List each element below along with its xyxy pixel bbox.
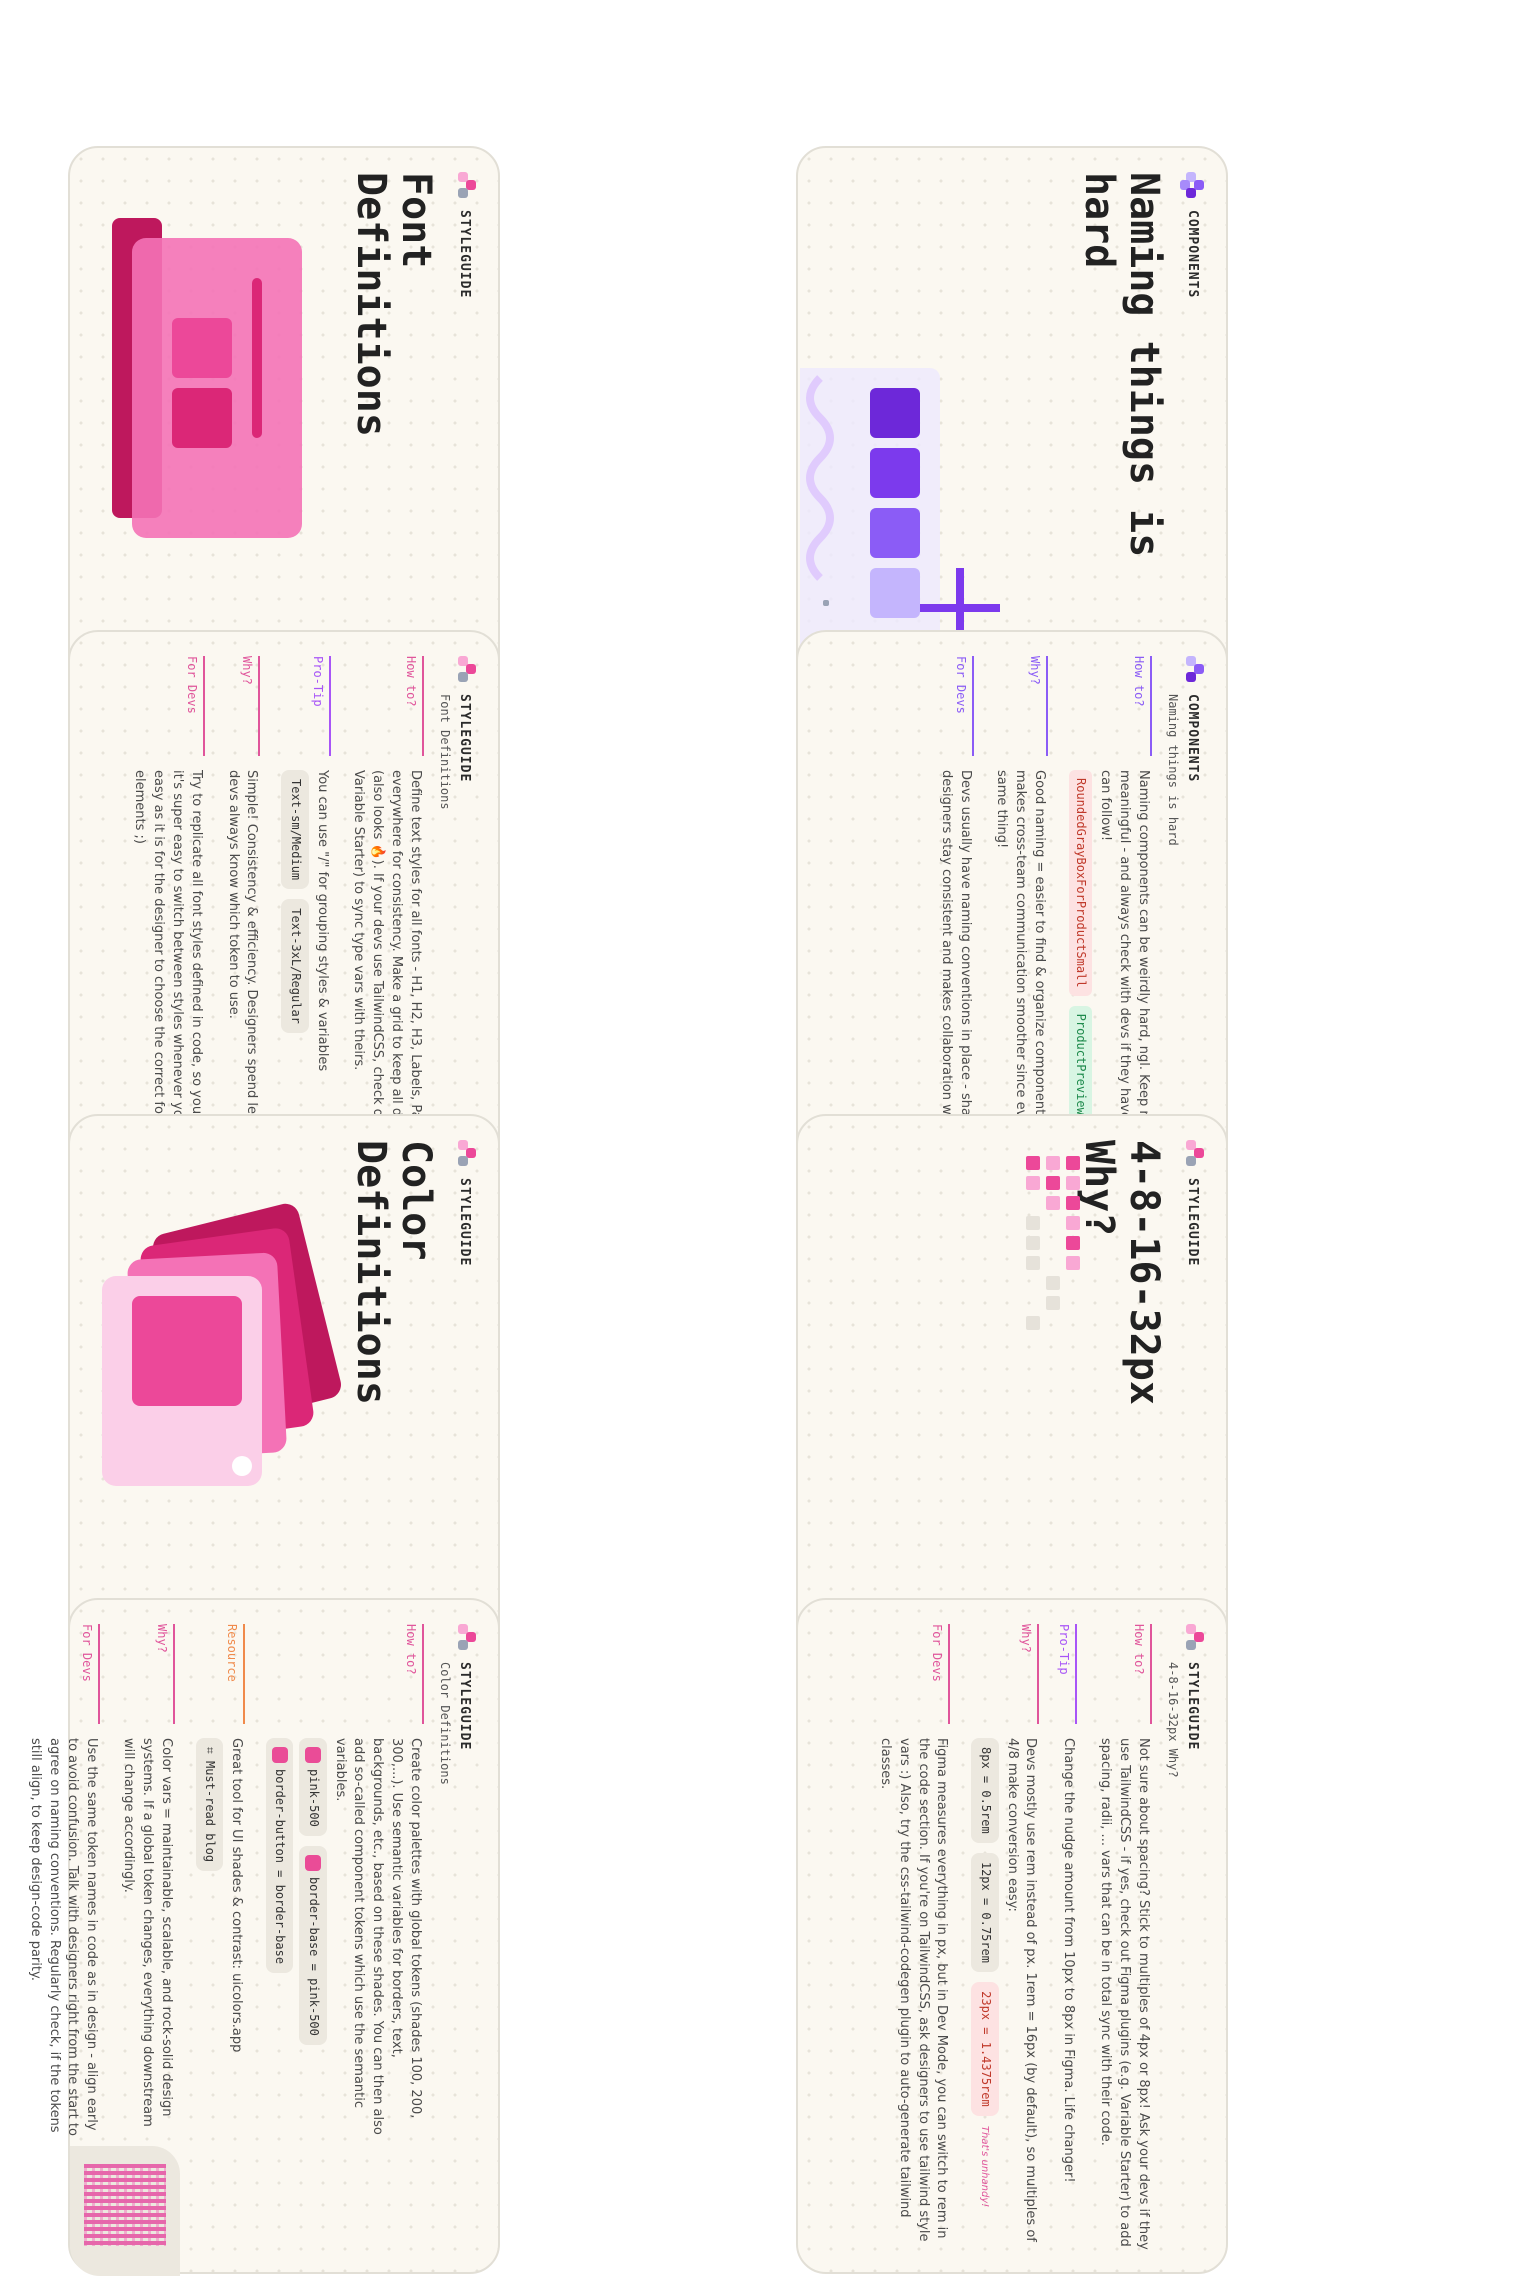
card-color-text: STYLEGUIDE Color Definitions How to? Cre…	[24, 1598, 500, 2276]
card-kicker: STYLEGUIDE	[457, 1662, 472, 1751]
blog-link[interactable]: ⌗ Must-read blog	[195, 1738, 224, 1872]
logo-icon	[1178, 172, 1204, 198]
card-subtitle: Font Definitions	[438, 694, 452, 810]
dev-label: For Devs	[875, 1624, 951, 1724]
conversion-note: That's unhandy!	[978, 2125, 990, 2208]
tip-label: Pro-Tip	[1057, 1624, 1078, 1724]
conversion-pill: 12px = 0.75rem	[971, 1852, 999, 1972]
spacing-grid-illustration	[1026, 1156, 1080, 1330]
card-kicker: STYLEGUIDE	[1185, 1662, 1200, 1751]
card-subtitle: Naming things is hard	[1166, 694, 1180, 846]
pink-swatch-icon	[305, 1854, 322, 1871]
token-pill: border-base = pink-500	[299, 1845, 327, 2045]
style-pill: Text-3xL/Regular	[281, 899, 309, 1033]
token-pill: border-button = border-base	[266, 1738, 294, 1974]
card-subtitle: Color Definitions	[438, 1662, 452, 1785]
page-dot-icon[interactable]	[818, 600, 834, 616]
why-label: Why?	[991, 656, 1049, 756]
logo-icon	[1178, 1140, 1204, 1166]
card-kicker: STYLEGUIDE	[457, 210, 472, 299]
how-text: Not sure about spacing? Stick to multipl…	[1098, 1738, 1151, 2250]
logo-icon	[450, 172, 476, 198]
why-text: Color vars = maintainable, scalable, and…	[121, 1738, 174, 2127]
logo-icon	[1178, 1624, 1204, 1650]
tip-label: Pro-Tip	[278, 656, 331, 756]
why-text: Devs mostly use rem instead of px. 1rem …	[1004, 1738, 1039, 2242]
card-title: 4-8-16-32px Why?	[1076, 1140, 1167, 1405]
logo-icon	[450, 1140, 476, 1166]
dev-text: Use the same token names in code as in d…	[27, 1738, 100, 2136]
card-kicker: COMPONENTS	[1185, 694, 1200, 783]
link-icon: ⌗	[203, 1747, 218, 1761]
qr-code-icon[interactable]	[70, 2146, 180, 2276]
how-label: How to?	[1066, 656, 1152, 756]
how-text: Create color palettes with global tokens…	[332, 1738, 423, 2135]
conversion-pill: 8px = 0.5rem	[971, 1738, 999, 1843]
card-title: Naming things is hard	[1076, 172, 1167, 558]
why-label: Why?	[968, 1624, 1040, 1724]
token-pill: pink-500	[299, 1738, 327, 1836]
resource-label: Resource	[192, 1624, 245, 1724]
dev-label: For Devs	[24, 1624, 101, 1724]
card-kicker: STYLEGUIDE	[457, 1178, 472, 1267]
card-title: Font Definitions	[348, 172, 439, 437]
why-label: Why?	[118, 1624, 175, 1724]
card-kicker: STYLEGUIDE	[457, 694, 472, 783]
dev-label: For Devs	[935, 656, 974, 756]
dev-text: Figma measures everything in px, but in …	[877, 1738, 950, 2242]
dev-label: For Devs	[129, 656, 205, 756]
logo-icon	[1178, 656, 1204, 682]
pink-swatch-icon	[305, 1747, 322, 1763]
card-spacing-text: STYLEGUIDE 4-8-16-32px Why? How to? Not …	[796, 1598, 1228, 2274]
how-label: How to?	[263, 1624, 424, 1724]
logo-icon	[450, 656, 476, 682]
font-book-illustration	[112, 218, 302, 538]
why-label: Why?	[222, 656, 261, 756]
how-label: How to?	[1095, 1624, 1152, 1724]
conversion-pill-bad: 23px = 1.4375rem	[971, 1982, 999, 2116]
resource-text[interactable]: Great tool for UI shades & contrast: uic…	[226, 1738, 245, 2144]
card-kicker: COMPONENTS	[1185, 210, 1200, 299]
style-pill: Text-sm/Medium	[281, 770, 309, 890]
bad-name-chip: RoundedGrayBoxForProductSmall	[1069, 770, 1093, 996]
tip-text: Change the nudge amount from 10px to 8px…	[1061, 1738, 1077, 2183]
logo-icon	[450, 1624, 476, 1650]
how-label: How to?	[348, 656, 424, 756]
card-kicker: STYLEGUIDE	[1185, 1178, 1200, 1267]
pink-swatch-icon	[271, 1747, 288, 1763]
color-cards-illustration	[102, 1203, 341, 1486]
card-title: Color Definitions	[348, 1140, 439, 1405]
card-subtitle: 4-8-16-32px Why?	[1166, 1662, 1180, 1778]
